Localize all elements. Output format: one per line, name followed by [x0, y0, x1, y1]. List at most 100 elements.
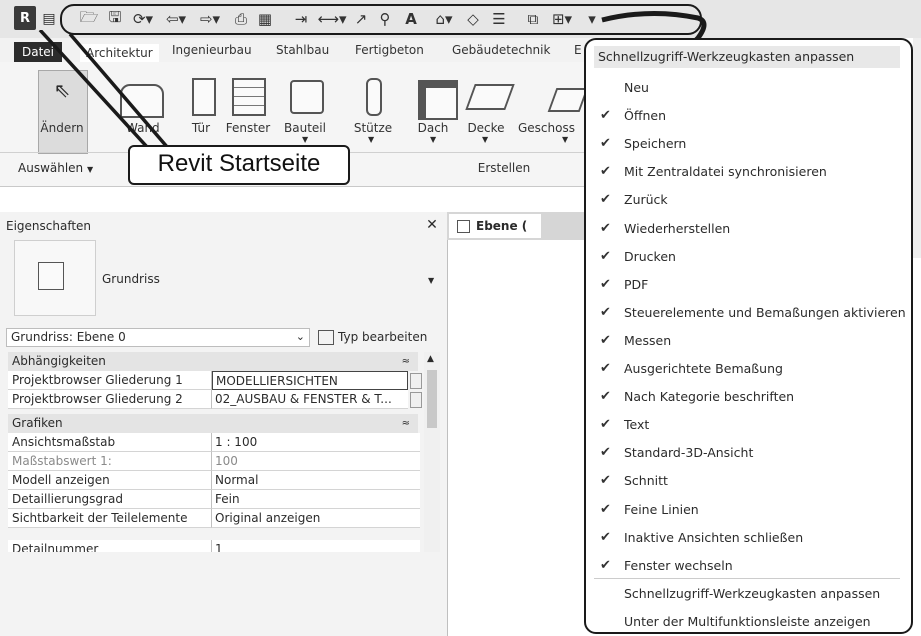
- open-icon[interactable]: 🗁: [80, 8, 99, 28]
- close-inactive-icon[interactable]: ⧉: [524, 10, 542, 28]
- properties-scrollbar[interactable]: ▲: [424, 352, 440, 552]
- 3d-view-icon[interactable]: ⌂▾: [430, 10, 458, 28]
- window-icon[interactable]: [232, 78, 266, 116]
- property-value[interactable]: 1: [212, 540, 420, 552]
- menu-item[interactable]: ✔ Wiederherstellen: [586, 215, 910, 243]
- component-icon[interactable]: [290, 80, 324, 114]
- roof-label[interactable]: Dach: [414, 121, 452, 135]
- close-icon[interactable]: ✕: [424, 217, 440, 233]
- component-dropdown-icon[interactable]: ▼: [302, 135, 308, 144]
- pdf-icon[interactable]: ▦: [256, 10, 274, 28]
- column-label[interactable]: Stütze: [350, 121, 396, 135]
- sync-icon[interactable]: ⟳▾: [132, 10, 154, 28]
- property-value-input[interactable]: MODELLIERSICHTEN: [212, 371, 408, 390]
- menu-item[interactable]: ✔ Steuerelemente und Bemaßungen aktiviere…: [586, 299, 910, 327]
- text-icon[interactable]: A: [402, 10, 420, 28]
- tag-by-category-icon[interactable]: ⚲: [376, 10, 394, 28]
- level-dropdown-icon[interactable]: ▼: [562, 135, 568, 144]
- property-value[interactable]: 02_AUSBAU & FENSTER & T...: [212, 390, 408, 409]
- redo-icon[interactable]: ⇨▾: [196, 10, 224, 28]
- menu-item-label: Nach Kategorie beschriften: [624, 389, 795, 405]
- browse-button[interactable]: [410, 373, 422, 389]
- property-value[interactable]: Normal: [212, 471, 420, 490]
- tab-fertigbeton[interactable]: Fertigbeton: [355, 38, 424, 62]
- menu-item[interactable]: ✔ PDF: [586, 271, 910, 299]
- aligned-dimension-icon[interactable]: ↗: [352, 10, 370, 28]
- menu-item[interactable]: ✔ Standard-3D-Ansicht: [586, 439, 910, 467]
- group-header[interactable]: Grafiken ≈: [8, 414, 418, 433]
- controls-icon[interactable]: ⇥: [292, 10, 310, 28]
- menu-item[interactable]: ✔ Text: [586, 411, 910, 439]
- home-page-icon[interactable]: ▤: [40, 10, 58, 28]
- thin-lines-icon[interactable]: ☰: [490, 10, 508, 28]
- property-label: Ansichtsmaßstab: [8, 433, 212, 452]
- create-panel-label: Erstellen: [477, 161, 531, 175]
- section-icon[interactable]: ◇: [464, 10, 482, 28]
- property-value[interactable]: Fein: [212, 490, 420, 509]
- measure-icon[interactable]: ⟷▾: [317, 10, 346, 28]
- menu-item[interactable]: ✔ Ausgerichtete Bemaßung: [586, 355, 910, 383]
- menu-item[interactable]: ✔ Nach Kategorie beschriften: [586, 383, 910, 411]
- menu-separator: [594, 578, 900, 579]
- menu-item[interactable]: ✔ Öffnen: [586, 102, 910, 130]
- menu-item[interactable]: ✔ Feine Linien: [586, 496, 910, 524]
- property-value[interactable]: 1 : 100: [212, 433, 420, 452]
- roof-dropdown-icon[interactable]: ▼: [430, 135, 436, 144]
- qat-customize-menu: Schnellzugriff-Werkzeugkasten anpassen N…: [584, 38, 913, 634]
- menu-item[interactable]: ✔ Fenster wechseln: [586, 552, 910, 580]
- scroll-thumb[interactable]: [427, 370, 437, 428]
- checkmark-icon: ✔: [600, 192, 611, 208]
- scroll-up-icon[interactable]: ▲: [427, 354, 434, 364]
- column-icon[interactable]: [366, 78, 382, 116]
- menu-item[interactable]: ✔ Inaktive Ansichten schließen: [586, 524, 910, 552]
- menu-item[interactable]: ✔ Mit Zentraldatei synchronisieren: [586, 158, 910, 186]
- checkmark-icon: ✔: [600, 108, 611, 124]
- select-panel-label[interactable]: Auswählen ▼: [18, 161, 93, 175]
- menu-item[interactable]: ✔ Zurück: [586, 186, 910, 214]
- menu-item-label: Öffnen: [624, 108, 666, 124]
- menu-item-label: Wiederherstellen: [624, 220, 731, 236]
- checkmark-icon: ✔: [600, 361, 611, 376]
- edit-type-button[interactable]: Typ bearbeiten: [318, 328, 442, 347]
- tab-stahlbau[interactable]: Stahlbau: [276, 38, 329, 62]
- collapse-icon[interactable]: ≈: [402, 352, 410, 371]
- print-icon[interactable]: ⎙: [232, 10, 250, 28]
- menu-item[interactable]: ✔ Speichern: [586, 130, 910, 158]
- property-label: Sichtbarkeit der Teilelemente: [8, 509, 212, 528]
- instance-selector[interactable]: Grundriss: Ebene 0 ⌄: [6, 328, 310, 347]
- revit-logo-icon[interactable]: R: [14, 6, 36, 30]
- checkmark-icon: ✔: [600, 529, 611, 545]
- column-dropdown-icon[interactable]: ▼: [368, 135, 374, 144]
- menu-item[interactable]: Neu: [586, 74, 910, 102]
- menu-item-label: Unter der Multifunktionsleiste anzeigen: [624, 614, 871, 629]
- menu-item-show-below[interactable]: Unter der Multifunktionsleiste anzeigen: [586, 608, 910, 636]
- floor-dropdown-icon[interactable]: ▼: [482, 135, 488, 144]
- instance-selector-value: Grundriss: Ebene 0: [11, 330, 126, 344]
- menu-item[interactable]: ✔ Schnitt: [586, 467, 910, 495]
- tab-more[interactable]: E: [574, 38, 582, 62]
- menu-item-label: Steuerelemente und Bemaßungen aktivieren: [624, 304, 906, 320]
- component-label[interactable]: Bauteil: [280, 121, 330, 135]
- tab-gebaeudetechnik[interactable]: Gebäudetechnik: [452, 38, 550, 62]
- level-label[interactable]: Geschoss: [518, 121, 584, 135]
- floor-label[interactable]: Decke: [464, 121, 508, 135]
- view-tab[interactable]: Ebene (: [449, 214, 541, 238]
- save-icon[interactable]: 🖫: [106, 8, 124, 28]
- window-label[interactable]: Fenster: [222, 121, 274, 135]
- menu-item[interactable]: ✔ Messen: [586, 327, 910, 355]
- menu-item-customize[interactable]: Schnellzugriff-Werkzeugkasten anpassen: [586, 580, 910, 608]
- collapse-icon[interactable]: ≈: [402, 414, 410, 433]
- property-label: Modell anzeigen: [8, 471, 212, 490]
- undo-icon[interactable]: ⇦▾: [162, 10, 190, 28]
- select-label: Auswählen: [18, 161, 84, 175]
- switch-windows-icon[interactable]: ⊞▾: [548, 10, 576, 28]
- roof-icon[interactable]: [418, 80, 458, 120]
- property-value[interactable]: Original anzeigen: [212, 509, 420, 528]
- properties-title: Eigenschaften: [6, 219, 92, 233]
- browse-button[interactable]: [410, 392, 422, 408]
- group-header[interactable]: Abhängigkeiten ≈: [8, 352, 418, 371]
- family-dropdown-icon[interactable]: ▼: [428, 276, 434, 285]
- checkmark-icon: ✔: [600, 304, 611, 320]
- checkmark-icon: ✔: [600, 164, 611, 180]
- menu-item[interactable]: ✔ Drucken: [586, 243, 910, 271]
